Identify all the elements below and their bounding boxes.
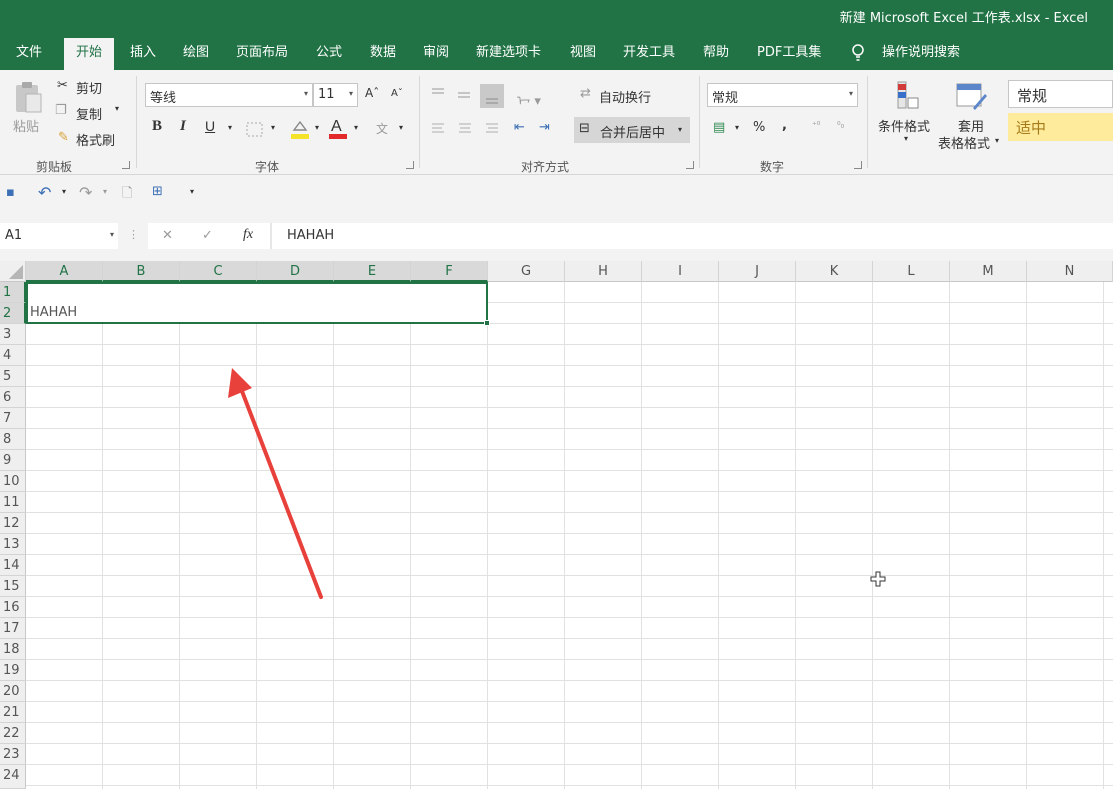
annotation-arrow-icon (228, 368, 323, 599)
cell-cursor-icon (870, 571, 886, 587)
